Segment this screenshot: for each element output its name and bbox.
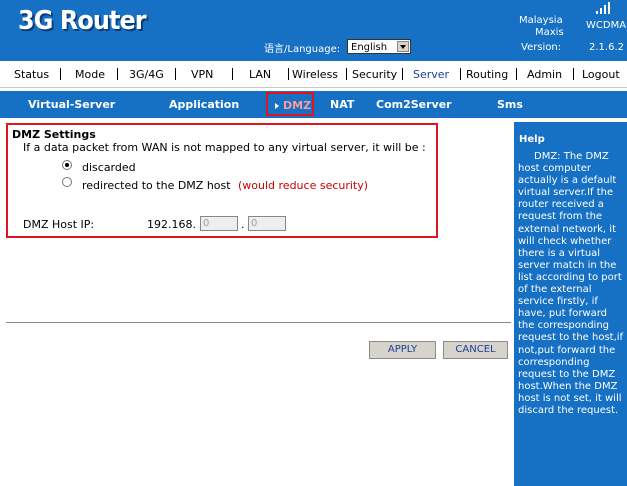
radio-discarded[interactable] (62, 160, 72, 170)
tab-dmz-label: DMZ (283, 99, 312, 112)
tab-application[interactable]: Application (169, 98, 239, 111)
nav-separator (60, 68, 61, 80)
dmz-description: If a data packet from WAN is not mapped … (23, 141, 426, 154)
nav-separator (402, 68, 403, 80)
router-logo: 3G Router (18, 6, 147, 36)
signal-strength-icon (596, 2, 610, 14)
country-label: Malaysia (519, 15, 563, 26)
tab-virtual-server[interactable]: Virtual-Server (28, 98, 115, 111)
nav-server[interactable]: Server (413, 68, 449, 81)
dmz-settings-title: DMZ Settings (12, 128, 96, 141)
dmz-host-ip-label: DMZ Host IP: (23, 218, 95, 231)
sub-nav: Virtual-Server Application DMZ NAT Com2S… (0, 91, 627, 118)
main-nav: Status Mode 3G/4G VPN LAN Wireless Secur… (0, 61, 627, 88)
ip-octet4-input[interactable]: 0 (248, 216, 286, 231)
option-discarded-label: discarded (82, 161, 136, 174)
nav-security[interactable]: Security (352, 68, 397, 81)
operator-label: Maxis (535, 27, 564, 38)
language-select-value: English (351, 42, 388, 53)
divider (6, 322, 511, 323)
nav-separator (117, 68, 118, 80)
version-label: Version: (521, 42, 562, 53)
ip-octet3-input[interactable]: 0 (200, 216, 238, 231)
network-label: WCDMA (586, 20, 627, 31)
nav-separator (573, 68, 574, 80)
nav-separator (460, 68, 461, 80)
header-bar: 3G Router 语言/Language: English Malaysia … (0, 0, 627, 61)
apply-button[interactable]: APPLY (369, 341, 436, 359)
nav-logout[interactable]: Logout (582, 68, 620, 81)
nav-separator (516, 68, 517, 80)
ip-prefix: 192.168. (147, 218, 196, 231)
help-title: Help (519, 134, 545, 145)
nav-separator (288, 68, 289, 80)
nav-status[interactable]: Status (14, 68, 49, 81)
nav-wireless[interactable]: Wireless (292, 68, 338, 81)
nav-separator (175, 68, 176, 80)
language-select[interactable]: English (347, 39, 411, 54)
nav-separator (232, 68, 233, 80)
help-text: DMZ: The DMZ host computer actually is a… (518, 151, 624, 416)
ip-dot: . (241, 218, 245, 231)
nav-mode[interactable]: Mode (75, 68, 105, 81)
arrow-right-icon (275, 103, 279, 109)
help-panel: Help DMZ: The DMZ host computer actually… (514, 122, 627, 486)
tab-dmz[interactable]: DMZ (266, 92, 314, 116)
chevron-down-icon (397, 41, 409, 52)
nav-separator (346, 68, 347, 80)
redirect-warning: (would reduce security) (238, 179, 369, 192)
language-label: 语言/Language: (264, 44, 341, 55)
cancel-button[interactable]: CANCEL (443, 341, 508, 359)
nav-routing[interactable]: Routing (466, 68, 508, 81)
tab-sms[interactable]: Sms (497, 98, 523, 111)
nav-lan[interactable]: LAN (249, 68, 271, 81)
tab-nat[interactable]: NAT (330, 98, 354, 111)
nav-vpn[interactable]: VPN (191, 68, 213, 81)
radio-redirect[interactable] (62, 177, 72, 187)
option-redirect-label: redirected to the DMZ host (82, 179, 231, 192)
nav-admin[interactable]: Admin (527, 68, 562, 81)
nav-3g4g[interactable]: 3G/4G (129, 68, 164, 81)
version-value: 2.1.6.2 (589, 42, 624, 53)
tab-com2server[interactable]: Com2Server (376, 98, 452, 111)
